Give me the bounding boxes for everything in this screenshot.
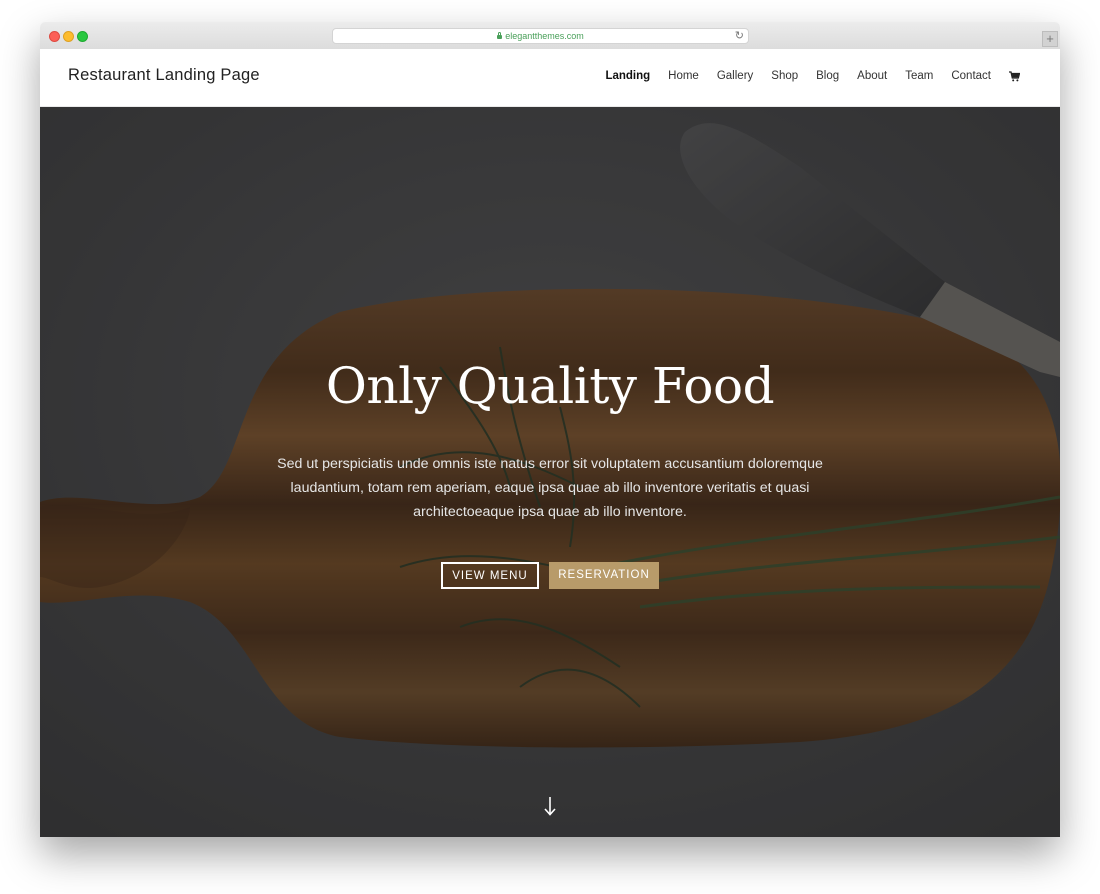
shopping-cart-icon[interactable] (1009, 70, 1020, 82)
new-tab-button[interactable]: + (1042, 31, 1058, 47)
site-header: Restaurant Landing Page Landing Home Gal… (40, 49, 1060, 107)
nav-item-landing[interactable]: Landing (605, 70, 650, 82)
nav-item-blog[interactable]: Blog (816, 70, 839, 82)
address-bar[interactable]: elegantthemes.com ↻ (332, 28, 749, 44)
hero-section: Only Quality Food Sed ut perspiciatis un… (40, 107, 1060, 837)
arrow-down-icon[interactable] (542, 795, 558, 817)
zoom-window-button[interactable] (77, 31, 88, 42)
browser-window: elegantthemes.com ↻ + Restaurant Landing… (40, 22, 1060, 837)
lock-icon (497, 32, 503, 39)
nav-item-about[interactable]: About (857, 70, 887, 82)
minimize-window-button[interactable] (63, 31, 74, 42)
browser-chrome: elegantthemes.com ↻ + (40, 22, 1060, 50)
reload-icon[interactable]: ↻ (735, 30, 744, 43)
nav-item-home[interactable]: Home (668, 70, 699, 82)
nav-item-contact[interactable]: Contact (951, 70, 991, 82)
main-nav: Landing Home Gallery Shop Blog About Tea… (587, 70, 1020, 82)
site-title[interactable]: Restaurant Landing Page (68, 66, 260, 85)
reservation-button[interactable]: RESERVATION (549, 562, 659, 589)
close-window-button[interactable] (49, 31, 60, 42)
nav-item-gallery[interactable]: Gallery (717, 70, 753, 82)
view-menu-button[interactable]: VIEW MENU (441, 562, 539, 589)
hero-description: Sed ut perspiciatis unde omnis iste natu… (277, 456, 823, 520)
hero-title: Only Quality Food (325, 357, 775, 415)
nav-item-shop[interactable]: Shop (771, 70, 798, 82)
url-text: elegantthemes.com (505, 31, 584, 41)
nav-item-team[interactable]: Team (905, 70, 933, 82)
